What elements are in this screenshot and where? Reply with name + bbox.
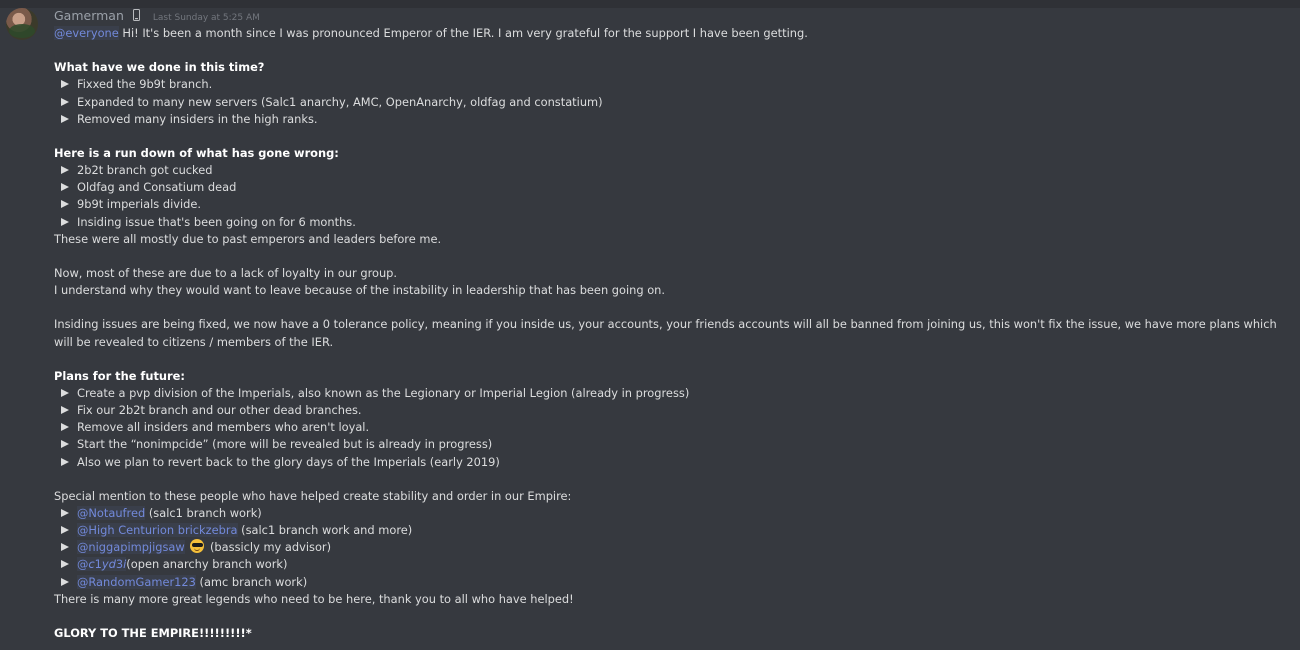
- paragraph-line: I understand why they would want to leav…: [54, 283, 666, 298]
- user-avatar[interactable]: [6, 8, 38, 40]
- user-mention[interactable]: @RandomGamer123: [77, 574, 196, 589]
- arrow-right-icon: [61, 388, 69, 397]
- insiding-paragraph: Insiding issues are being fixed, we now …: [54, 317, 1277, 349]
- arrow-right-icon: [61, 440, 69, 449]
- list-item: Also we plan to revert back to the glory…: [54, 454, 1300, 471]
- wrong-note: These were all mostly due to past empero…: [54, 231, 442, 246]
- list-item: @High Centurion brickzebra (salc1 branch…: [54, 522, 1300, 539]
- list-item: Create a pvp division of the Imperials, …: [54, 385, 1300, 402]
- list-item: 2b2t branch got cucked: [54, 162, 1300, 179]
- message-timestamp[interactable]: Last Sunday at 5:25 AM: [153, 13, 260, 23]
- list-item: @niggapimpjigsaw (bassicly my advisor): [54, 539, 1300, 556]
- arrow-right-icon: [61, 97, 69, 106]
- message-content: @everyone Hi! It's been a month since I …: [54, 25, 1300, 642]
- arrow-right-icon: [61, 406, 69, 415]
- user-mention[interactable]: @niggapimpjigsaw: [77, 540, 185, 555]
- mention-everyone[interactable]: @everyone: [54, 26, 119, 40]
- list-item: Remove all insiders and members who aren…: [54, 419, 1300, 436]
- arrow-right-icon: [61, 577, 69, 586]
- list-item: Removed many insiders in the high ranks.: [54, 111, 1300, 128]
- list-item: Insiding issue that's been going on for …: [54, 214, 1300, 231]
- list-item: Oldfag and Consatium dead: [54, 179, 1300, 196]
- arrow-right-icon: [61, 560, 69, 569]
- list-item: @Notaufred (salc1 branch work): [54, 505, 1300, 522]
- list-item: Start the “nonimpcide” (more will be rev…: [54, 436, 1300, 453]
- arrow-right-icon: [61, 543, 69, 552]
- user-mention[interactable]: @𝘤1𝘺𝘥3𝘪: [77, 557, 127, 572]
- closing-line: There is many more great legends who nee…: [54, 591, 574, 606]
- list-item: Expanded to many new servers (Salc1 anar…: [54, 94, 1300, 111]
- arrow-right-icon: [61, 508, 69, 517]
- list-item: 9b9t imperials divide.: [54, 196, 1300, 213]
- intro-text: Hi! It's been a month since I was pronou…: [118, 26, 808, 40]
- message-header: Gamerman Last Sunday at 5:25 AM: [54, 8, 1300, 24]
- sunglasses-emoji-icon[interactable]: [190, 539, 205, 554]
- wrong-heading: Here is a run down of what has gone wron…: [54, 145, 339, 160]
- user-mention[interactable]: @Notaufred: [77, 505, 146, 520]
- glory-line: GLORY TO THE EMPIRE!!!!!!!!!*: [54, 625, 252, 640]
- arrow-right-icon: [61, 114, 69, 123]
- list-item: @𝘤1𝘺𝘥3𝘪(open anarchy branch work): [54, 556, 1300, 573]
- arrow-right-icon: [61, 423, 69, 432]
- list-item: Fixxed the 9b9t branch.: [54, 76, 1300, 93]
- arrow-right-icon: [61, 457, 69, 466]
- done-heading: What have we done in this time?: [54, 60, 265, 75]
- paragraph-line: Now, most of these are due to a lack of …: [54, 265, 398, 280]
- arrow-right-icon: [61, 166, 69, 175]
- arrow-right-icon: [61, 526, 69, 535]
- mobile-phone-icon: [132, 9, 140, 21]
- user-mention[interactable]: @High Centurion brickzebra: [77, 523, 238, 538]
- chat-message: Gamerman Last Sunday at 5:25 AM @everyon…: [0, 8, 1300, 642]
- list-item: Fix our 2b2t branch and our other dead b…: [54, 402, 1300, 419]
- username[interactable]: Gamerman: [54, 8, 124, 23]
- arrow-right-icon: [61, 217, 69, 226]
- intro-line: @everyone Hi! It's been a month since I …: [54, 25, 1300, 42]
- list-item: @RandomGamer123 (amc branch work): [54, 574, 1300, 591]
- arrow-right-icon: [61, 183, 69, 192]
- plans-heading: Plans for the future:: [54, 368, 185, 383]
- special-intro: Special mention to these people who have…: [54, 488, 572, 503]
- arrow-right-icon: [61, 80, 69, 89]
- arrow-right-icon: [61, 200, 69, 209]
- top-bar: [0, 0, 1300, 8]
